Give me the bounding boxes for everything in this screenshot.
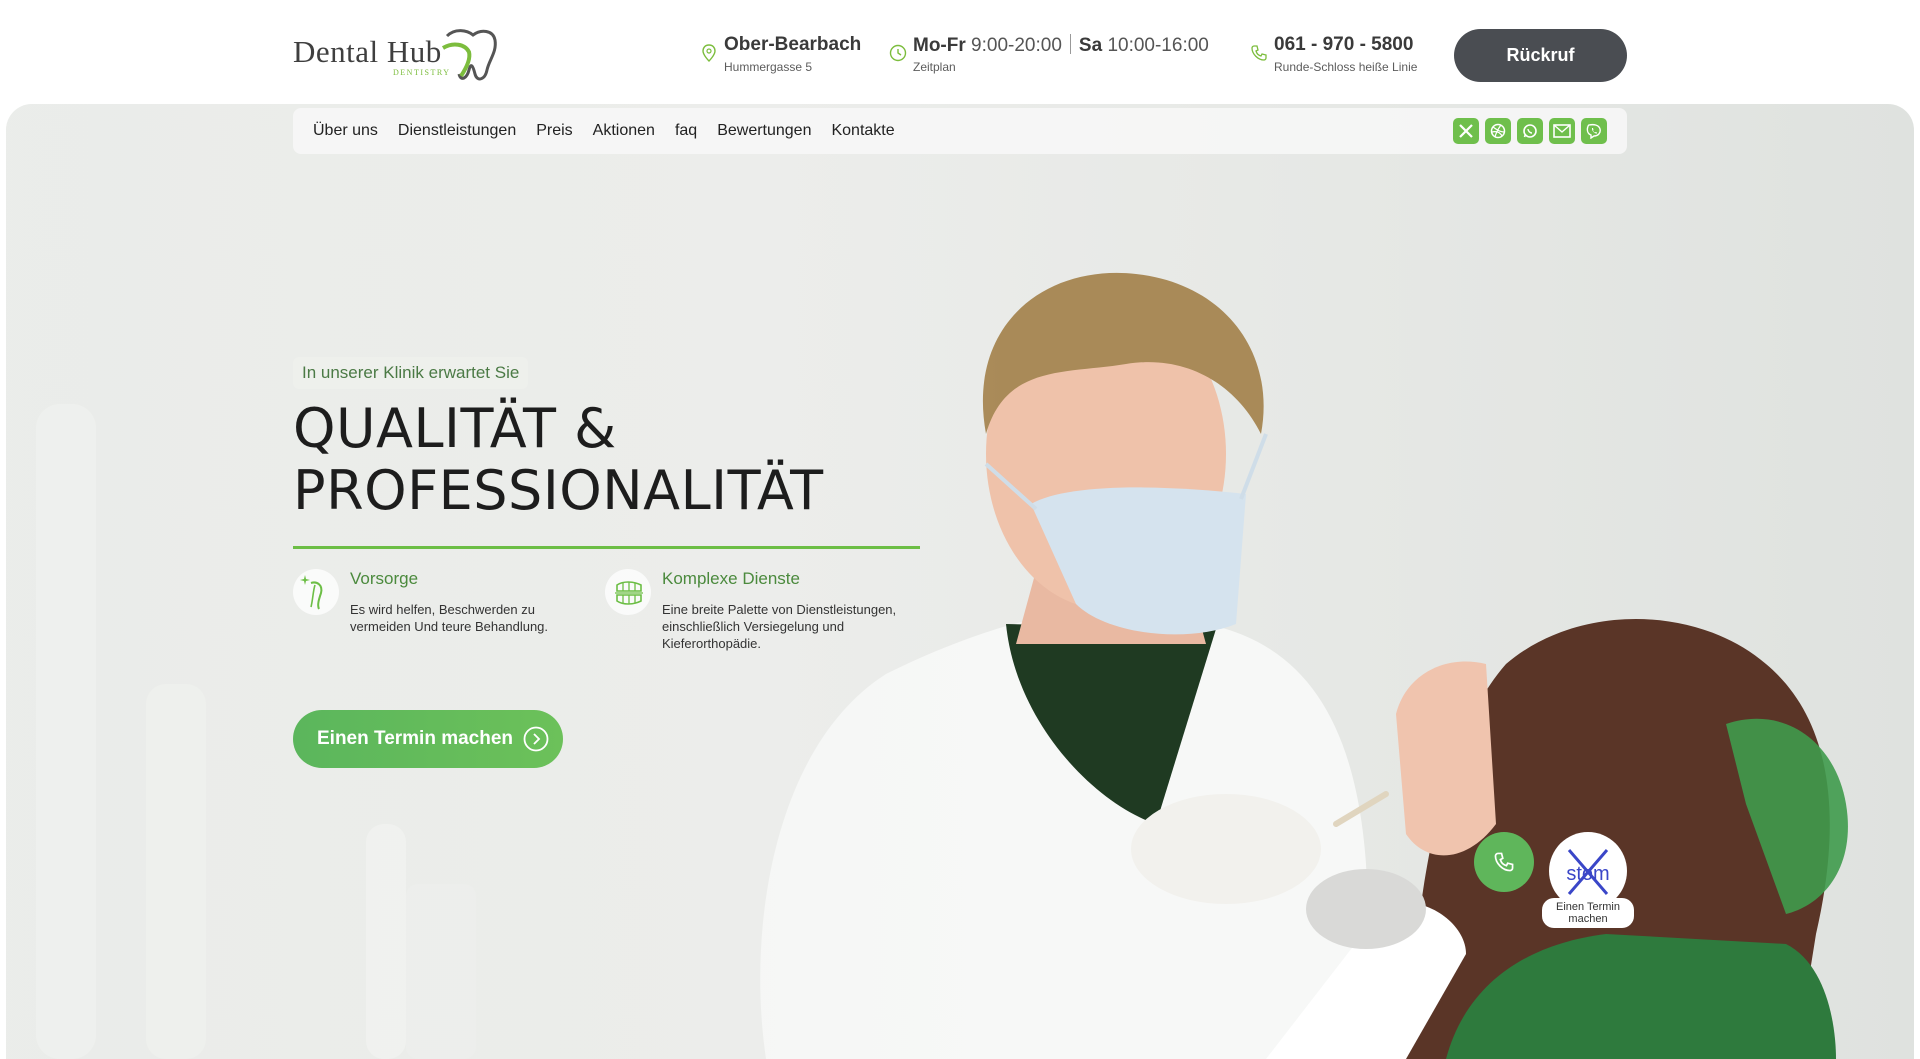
viber-icon[interactable]	[1581, 118, 1607, 144]
map-pin-icon	[702, 44, 716, 62]
nav-item-bewertungen[interactable]: Bewertungen	[717, 122, 811, 140]
location-city: Ober-Bearbach	[724, 34, 862, 55]
stom-logo-text: stom	[1566, 863, 1609, 885]
weekday-label: Mo-Fr	[913, 35, 966, 56]
weekday-hours: 9:00-20:00	[971, 35, 1062, 56]
book-appointment-button[interactable]: Einen Termin machen	[293, 710, 563, 768]
arrow-right-circle-icon	[523, 726, 549, 752]
saturday-label: Sa	[1078, 35, 1103, 56]
nav-item-faq[interactable]: faq	[675, 122, 697, 140]
nav-item-dienstleistungen[interactable]: Dienstleistungen	[398, 122, 516, 140]
floating-call-button[interactable]	[1474, 832, 1534, 892]
phone-icon	[1494, 852, 1514, 872]
headline-divider	[293, 546, 920, 549]
clock-icon	[889, 44, 907, 62]
hours-caption: Zeitplan	[913, 60, 956, 74]
feature-title: Komplexe Dienste	[662, 569, 800, 588]
hours-separator	[1069, 34, 1071, 54]
opening-hours: Mo-Fr 9:00-20:00 Sa 10:00-16:00	[913, 34, 1209, 57]
dribbble-icon[interactable]	[1485, 118, 1511, 144]
main-navigation: Über uns Dienstleistungen Preis Aktionen…	[293, 108, 1627, 154]
nav-menu: Über uns Dienstleistungen Preis Aktionen…	[313, 108, 895, 154]
feature-vorsorge: Vorsorge Es wird helfen, Beschwerden zu …	[293, 569, 583, 639]
phone-number[interactable]: 061 - 970 - 5800	[1274, 34, 1413, 56]
nav-item-preis[interactable]: Preis	[536, 122, 572, 140]
cta-label: Einen Termin machen	[317, 728, 514, 749]
phone-icon	[1251, 45, 1267, 61]
teeth-braces-icon	[605, 569, 651, 615]
hero-headline: QUALITÄT & PROFESSIONALITÄT	[293, 398, 993, 522]
social-links	[1453, 118, 1607, 144]
hero-tagline: In unserer Klinik erwartet Sie	[293, 357, 529, 389]
site-header: Dental Hub DENTISTRY Ober-Bearbach Humme…	[0, 0, 1920, 104]
headline-line-1: QUALITÄT &	[293, 397, 617, 460]
nav-item-kontakte[interactable]: Kontakte	[831, 122, 894, 140]
saturday-hours: 10:00-16:00	[1107, 35, 1209, 56]
x-icon[interactable]	[1453, 118, 1479, 144]
feature-title: Vorsorge	[350, 569, 419, 588]
feature-text: Es wird helfen, Beschwerden zu vermeiden…	[350, 602, 549, 634]
location-street: Hummergasse 5	[724, 60, 813, 74]
phone-caption: Runde-Schloss heiße Linie	[1274, 60, 1418, 74]
nav-item-aktionen[interactable]: Aktionen	[593, 122, 655, 140]
feature-komplexe-dienste: Komplexe Dienste Eine breite Palette von…	[605, 569, 925, 659]
tooth-sparkle-icon	[293, 569, 339, 615]
logo[interactable]: Dental Hub DENTISTRY	[293, 26, 499, 88]
headline-line-2: PROFESSIONALITÄT	[293, 459, 824, 522]
booking-widget-label: Einen Termin machen	[1542, 898, 1634, 928]
mail-icon[interactable]	[1549, 118, 1575, 144]
nav-item-ueber-uns[interactable]: Über uns	[313, 122, 378, 140]
tooth-logo-icon	[441, 29, 497, 81]
whatsapp-icon[interactable]	[1517, 118, 1543, 144]
floating-booking-widget[interactable]: stom Einen Termin machen	[1542, 832, 1636, 932]
callback-button[interactable]: Rückruf	[1454, 29, 1627, 82]
logo-text: Dental Hub	[293, 34, 442, 69]
feature-text: Eine breite Palette von Dienstleistungen…	[662, 602, 897, 651]
